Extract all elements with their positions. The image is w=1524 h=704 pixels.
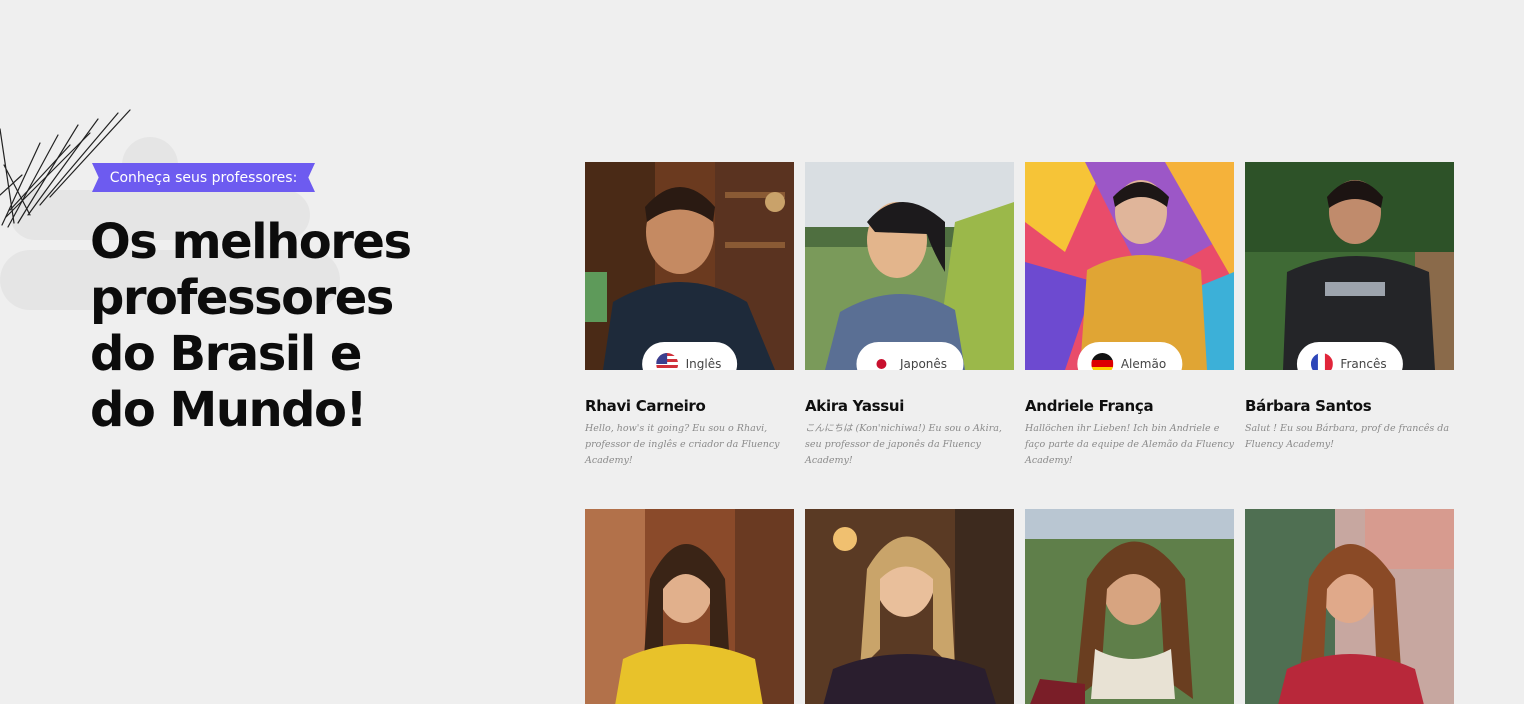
teacher-photo [805, 509, 1014, 704]
teacher-card[interactable] [805, 509, 1014, 704]
teacher-photo [1025, 509, 1234, 704]
germany-flag-icon [1090, 353, 1113, 370]
teacher-bio: こんにちは (Kon'nichiwa!) Eu sou o Akira, seu… [805, 423, 1002, 466]
language-badge: Alemão [1076, 342, 1183, 370]
teacher-photo: Inglês [585, 162, 794, 370]
language-label: Francês [1340, 357, 1387, 370]
language-badge: Inglês [641, 342, 738, 370]
headline-line-1: Os melhores [90, 214, 412, 270]
teacher-name: Andriele França [1025, 397, 1154, 415]
language-label: Japonês [899, 357, 948, 370]
teacher-card[interactable]: Inglês Rhavi Carneiro Hello, how's it go… [585, 162, 794, 469]
headline-line-2: professores [90, 270, 394, 326]
teacher-name: Bárbara Santos [1245, 397, 1372, 415]
language-label: Inglês [685, 357, 722, 370]
language-badge: Francês [1296, 342, 1403, 370]
teacher-bio: Hello, how's it going? Eu sou o Rhavi, p… [585, 423, 780, 466]
teacher-photo: Francês [1245, 162, 1454, 370]
headline-line-3: do Brasil e [90, 326, 362, 382]
page-title: Os melhores professores do Brasil e do M… [90, 214, 510, 438]
teacher-card[interactable]: Japonês Akira Yassui こんにちは (Kon'nichiwa!… [805, 162, 1014, 469]
teacher-name: Akira Yassui [805, 397, 905, 415]
teacher-card[interactable] [585, 509, 794, 704]
section-tag: Conheça seus professores: [92, 163, 315, 192]
teacher-card[interactable] [1245, 509, 1454, 704]
teacher-card[interactable]: Alemão Andriele França Hallöchen ihr Lie… [1025, 162, 1234, 469]
teacher-card[interactable] [1025, 509, 1234, 704]
teacher-photo: Alemão [1025, 162, 1234, 370]
japan-flag-icon [869, 353, 892, 370]
headline-line-4: do Mundo! [90, 382, 367, 438]
france-flag-icon [1310, 353, 1333, 370]
teacher-photo [585, 509, 794, 704]
us-flag-icon [655, 353, 678, 370]
teacher-photo [1245, 509, 1454, 704]
teacher-bio: Salut ! Eu sou Bárbara, prof de francês … [1245, 423, 1450, 450]
teacher-photo: Japonês [805, 162, 1014, 370]
teacher-bio: Hallöchen ihr Lieben! Ich bin Andriele e… [1025, 423, 1234, 466]
language-label: Alemão [1120, 357, 1167, 370]
teacher-name: Rhavi Carneiro [585, 397, 706, 415]
section-tag-label: Conheça seus professores: [109, 169, 298, 186]
teachers-grid: Inglês Rhavi Carneiro Hello, how's it go… [585, 162, 1455, 704]
teacher-card[interactable]: Francês Bárbara Santos Salut ! Eu sou Bá… [1245, 162, 1454, 453]
language-badge: Japonês [855, 342, 964, 370]
